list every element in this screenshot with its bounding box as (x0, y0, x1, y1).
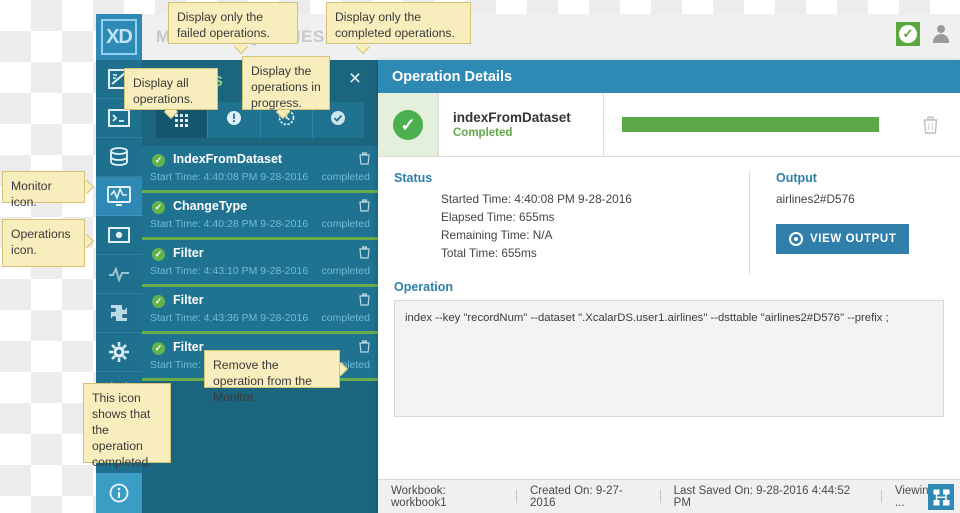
eye-icon (789, 232, 803, 246)
operation-status: completed (321, 218, 370, 230)
operation-start-time: Start Time: 4:40:08 PM 9-28-2016 (150, 171, 309, 183)
check-badge-icon[interactable]: ✓ (896, 22, 920, 46)
dataflow-icon[interactable] (928, 484, 954, 510)
operation-name: Filter (173, 340, 204, 354)
view-output-label: VIEW OUTPUT (810, 233, 897, 245)
completed-icon: ✓ (152, 201, 165, 214)
operation-details-panel: Operation Details ✓ indexFromDataset Com… (378, 60, 960, 513)
operation-status: completed (321, 312, 370, 324)
delete-icon[interactable] (359, 293, 370, 311)
operation-command[interactable]: index --key "recordNum" --dataset ".Xcal… (394, 300, 944, 417)
list-item[interactable]: ✓ IndexFromDataset Start Time: 4:40:08 P… (142, 146, 378, 193)
progress-bar-cell (604, 93, 900, 156)
completed-icon: ✓ (393, 109, 423, 140)
callout-completed-operations: Display only the completed operations. (326, 2, 471, 44)
started-time: Started Time: 4:40:08 PM 9-28-2016 (441, 192, 632, 206)
operation-name: Filter (173, 293, 204, 307)
list-item[interactable]: ✓ Filter Start Time: 4:43:36 PM 9-28-201… (142, 287, 378, 334)
list-item[interactable]: ✓ ChangeType Start Time: 4:40:28 PM 9-28… (142, 193, 378, 240)
operation-name: ChangeType (173, 199, 248, 213)
operation-status-icon-cell: ✓ (378, 93, 439, 156)
completed-icon: ✓ (152, 154, 165, 167)
app-logo[interactable]: XD (96, 14, 142, 60)
status-heading: Status (394, 171, 433, 185)
operation-summary-name: indexFromDataset Completed (439, 93, 604, 156)
callout-remove-operation: Remove the operation from the Monitor. (204, 350, 340, 404)
top-bar-actions: ✓ (896, 22, 952, 46)
user-icon[interactable] (930, 23, 952, 45)
operation-details-title: Operation Details (378, 60, 960, 93)
operation-name: IndexFromDataset (173, 152, 283, 166)
delete-icon[interactable] (359, 152, 370, 170)
elapsed-time: Elapsed Time: 655ms (441, 210, 555, 224)
grid-dots-icon (175, 113, 189, 127)
operation-details-body: Status Started Time: 4:40:08 PM 9-28-201… (378, 157, 960, 417)
callout-failed-operations: Display only the failed operations. (168, 2, 298, 44)
close-icon[interactable]: × (342, 66, 368, 92)
sidebar-item-settings[interactable] (96, 333, 142, 372)
status-output-row: Status Started Time: 4:40:08 PM 9-28-201… (394, 171, 944, 274)
callout-this-icon-completed: This icon shows that the operation compl… (83, 383, 171, 469)
status-column: Status Started Time: 4:40:08 PM 9-28-201… (394, 171, 750, 274)
operation-status: completed (321, 265, 370, 277)
callout-monitor-icon: Monitor icon. (2, 171, 85, 209)
progress-bar (622, 117, 879, 132)
sidebar-item-pulse[interactable] (96, 255, 142, 294)
operation-start-time: Start Time: 4:40:28 PM 9-28-2016 (150, 218, 309, 230)
output-value: airlines2#D576 (776, 192, 855, 206)
sidebar-item-datastore[interactable] (96, 138, 142, 177)
completed-icon: ✓ (152, 248, 165, 261)
delete-icon[interactable] (359, 199, 370, 217)
output-heading: Output (776, 171, 817, 185)
operation-name: indexFromDataset (453, 110, 571, 125)
completed-icon: ✓ (152, 295, 165, 308)
output-column: Output airlines2#D576 VIEW OUTPUT (750, 171, 910, 274)
list-item[interactable]: ✓ Filter Start Time: 4:43:10 PM 9-28-201… (142, 240, 378, 287)
operation-status: completed (321, 171, 370, 183)
sidebar-item-info[interactable] (96, 473, 142, 513)
operation-state: Completed (453, 127, 513, 139)
delete-icon[interactable] (359, 246, 370, 264)
exclamation-icon (226, 110, 242, 131)
queries-panel: Queries × (142, 60, 378, 513)
check-icon (330, 110, 346, 131)
sidebar-item-monitor[interactable] (96, 177, 142, 216)
callout-all-operations: Display all operations. (124, 68, 218, 110)
total-time: Total Time: 655ms (441, 246, 537, 260)
operation-name: Filter (173, 246, 204, 260)
callout-in-progress-operations: Display the operations in progress. (242, 56, 330, 110)
operations-list: ✓ IndexFromDataset Start Time: 4:40:08 P… (142, 146, 378, 381)
app-logo-text: XD (101, 19, 137, 55)
application-window: XD MONITOR/QUERIES ✓ (96, 14, 960, 513)
status-bar: Workbook: workbook1 Created On: 9-27-201… (378, 479, 960, 513)
workbook-label: Workbook: workbook1 (391, 484, 447, 509)
remaining-time: Remaining Time: N/A (441, 228, 553, 242)
created-on-label: Created On: 9-27-2016 (530, 484, 623, 509)
delete-operation-button[interactable] (900, 93, 960, 156)
view-output-button[interactable]: VIEW OUTPUT (776, 224, 910, 254)
operation-heading: Operation (394, 280, 454, 294)
delete-icon[interactable] (359, 340, 370, 358)
sidebar-item-operations[interactable] (96, 216, 142, 255)
sidebar-item-extensions[interactable] (96, 294, 142, 333)
operation-start-time: Start Time: 4:43:10 PM 9-28-2016 (150, 265, 309, 277)
completed-icon: ✓ (152, 342, 165, 355)
callout-operations-icon: Operations icon. (2, 219, 85, 267)
last-saved-label: Last Saved On: 9-28-2016 4:44:52 PM (673, 484, 851, 509)
operation-start-time: Start Time: 4:43:36 PM 9-28-2016 (150, 312, 309, 324)
operation-summary: ✓ indexFromDataset Completed (378, 93, 960, 157)
